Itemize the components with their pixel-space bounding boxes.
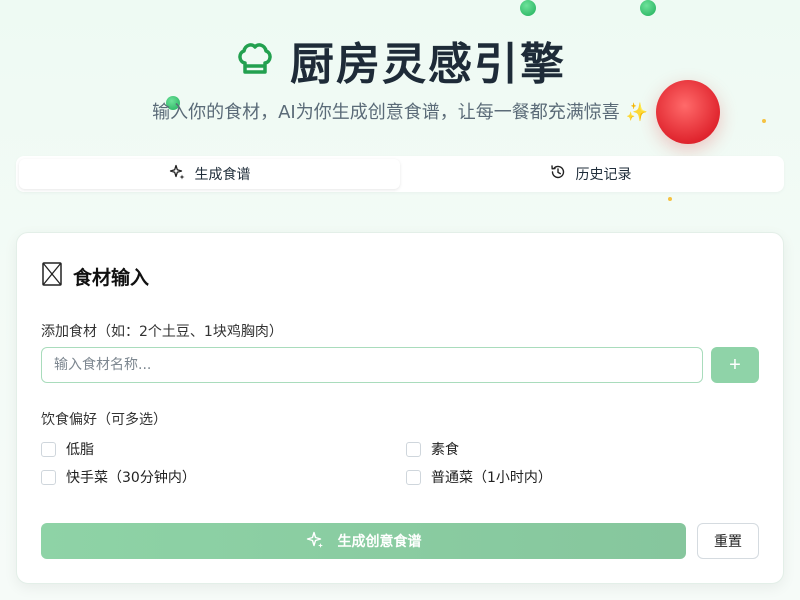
preference-vegetarian[interactable]: 素食 <box>406 439 459 459</box>
generate-button-label: 生成创意食谱 <box>337 533 422 549</box>
preference-label: 快手菜（30分钟内） <box>66 470 196 486</box>
decor-green-ball <box>640 0 656 16</box>
add-ingredient-button[interactable]: + <box>711 347 759 383</box>
preference-label: 素食 <box>431 442 459 458</box>
ingredient-icon <box>41 261 63 291</box>
page-subtitle: 输入你的食材，AI为你生成创意食谱，让每一餐都充满惊喜 ✨ <box>152 102 648 123</box>
preference-quick[interactable]: 快手菜（30分钟内） <box>41 467 196 487</box>
tab-label: 历史记录 <box>575 167 632 183</box>
sparkles-icon <box>169 164 185 184</box>
ingredient-card: 食材输入 添加食材（如：2个土豆、1块鸡胸肉） + 饮食偏好（可多选） 低脂 素… <box>16 232 784 584</box>
decor-green-ball <box>520 0 536 16</box>
title-row: 厨房灵感引擎 <box>0 28 800 92</box>
preference-label: 普通菜（1小时内） <box>431 470 552 486</box>
preference-normal[interactable]: 普通菜（1小时内） <box>406 467 552 487</box>
tab-generate[interactable]: 生成食谱 <box>19 159 400 189</box>
decor-yellow-dot <box>668 197 672 201</box>
diet-preference-label: 饮食偏好（可多选） <box>41 412 167 428</box>
reset-button[interactable]: 重置 <box>697 523 759 559</box>
card-title: 食材输入 <box>73 266 150 289</box>
preference-label: 低脂 <box>66 442 94 458</box>
ingredient-input[interactable] <box>41 347 703 383</box>
checkbox[interactable] <box>41 441 56 457</box>
chef-hat-icon <box>234 39 276 81</box>
tab-history[interactable]: 历史记录 <box>400 159 781 189</box>
checkbox[interactable] <box>406 441 421 457</box>
tab-label: 生成食谱 <box>194 167 251 183</box>
preference-low-fat[interactable]: 低脂 <box>41 439 94 459</box>
page-title: 厨房灵感引擎 <box>290 39 566 90</box>
history-icon <box>550 164 566 184</box>
tab-bar: 生成食谱 历史记录 <box>16 156 784 192</box>
page-header: 厨房灵感引擎 输入你的食材，AI为你生成创意食谱，让每一餐都充满惊喜 ✨ <box>0 28 800 124</box>
sparkles-icon <box>306 531 324 552</box>
card-header: 食材输入 <box>41 261 149 291</box>
checkbox[interactable] <box>406 469 421 485</box>
checkbox[interactable] <box>41 469 56 485</box>
generate-recipe-button[interactable]: 生成创意食谱 <box>41 523 686 559</box>
add-ingredient-label: 添加食材（如：2个土豆、1块鸡胸肉） <box>41 324 283 340</box>
